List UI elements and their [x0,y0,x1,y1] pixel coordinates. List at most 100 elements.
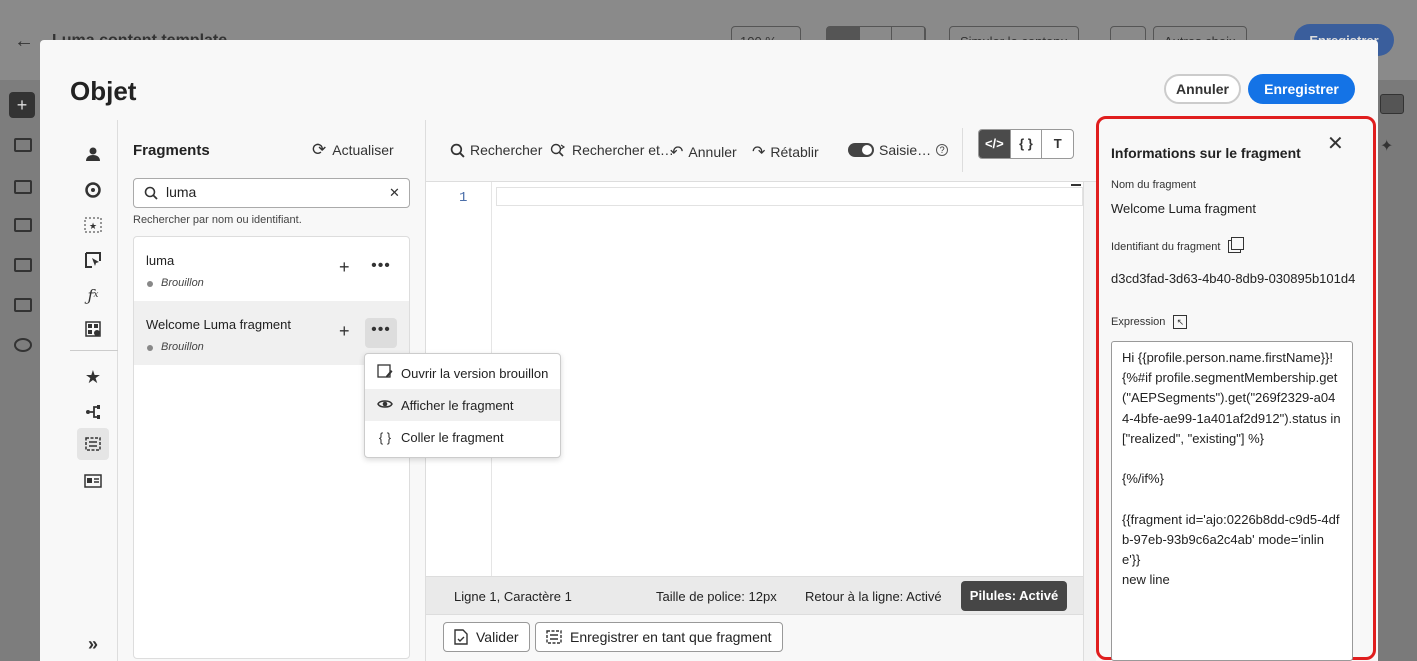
function-icon[interactable]: ƒx [81,283,105,307]
refresh-button[interactable]: ⟳ Actualiser [312,140,394,160]
flow-icon[interactable] [81,400,105,424]
text-mode-icon[interactable]: T [1042,130,1073,158]
undo-button[interactable]: ↶ Annuler [670,142,737,162]
save-as-fragment-label: Enregistrer en tant que fragment [570,629,772,645]
line-number: 1 [459,190,468,206]
eye-icon [377,398,393,413]
redo-label: Rétablir [770,144,819,160]
menu-label: Coller le fragment [401,429,504,445]
braces-mode-icon[interactable]: { } [1011,130,1043,158]
fragment-name: Welcome Luma fragment [146,317,291,332]
status-dot [147,345,153,351]
expression-label-text: Expression [1111,316,1166,328]
redo-icon: ↷ [752,144,766,161]
fragment-name-value: Welcome Luma fragment [1111,201,1256,216]
menu-view-fragment[interactable]: Afficher le fragment [365,389,560,421]
background-rail [0,80,40,661]
redo-button[interactable]: ↷ Rétablir [752,142,819,162]
card-icon[interactable] [81,469,105,493]
menu-label: Afficher le fragment [401,397,514,413]
search-button[interactable]: Rechercher [450,142,542,158]
search-help-text: Rechercher par nom ou identifiant. [133,214,302,226]
star-box-icon[interactable]: ★ [81,213,105,237]
background-rail-icon [14,218,32,232]
save-as-fragment-button[interactable]: Enregistrer en tant que fragment [535,622,783,652]
fragment-name-label: Nom du fragment [1111,179,1196,191]
more-icon[interactable]: ••• [365,318,397,348]
grid-badge-icon[interactable] [81,317,105,341]
star-icon[interactable]: ★ [81,365,105,389]
editor-toolbar: Rechercher Rechercher et… ↶ Annuler ↷ Ré… [426,120,1096,182]
search-input[interactable] [166,184,376,200]
fragment-name: luma [146,253,175,268]
refresh-icon: ⟳ [312,140,327,159]
validate-button[interactable]: Valider [443,622,530,652]
cancel-button[interactable]: Annuler [1164,74,1241,104]
fragments-title: Fragments [133,142,210,159]
braces-icon: { } [378,429,392,445]
validate-label: Valider [476,629,519,645]
tool-rail: ★ ƒx ★ » [70,120,118,661]
expand-rail-icon[interactable]: » [81,632,105,656]
background-rail-icon [14,180,32,194]
fragment-id-label-text: Identifiant du fragment [1111,240,1221,253]
editor-mode-switch: </> { } T [978,129,1074,159]
add-icon[interactable]: + [339,321,350,342]
back-arrow-icon: ← [14,30,34,52]
cursor-box-icon[interactable] [81,248,105,272]
toolbar-divider [962,128,963,172]
fragment-icon [546,630,562,644]
fragment-item[interactable]: luma Brouillon + ••• [134,237,409,301]
rail-divider [70,350,118,351]
copy-icon[interactable] [1228,237,1245,253]
search-icon [450,143,465,158]
background-rail-icon [14,298,32,312]
fragment-info-panel: Informations sur le fragment ✕ Nom du fr… [1096,116,1376,661]
fragment-id-value: d3cd3fad-3d63-4b40-8db9-030895b101d4 [1111,271,1356,286]
fragment-status: Brouillon [161,341,204,353]
autocomplete-label: Saisie… [879,142,932,158]
fragment-context-menu: Ouvrir la version brouillon Afficher le … [364,353,561,458]
font-size-status[interactable]: Taille de police: 12px [656,589,777,604]
code-mode-icon[interactable]: </> [979,130,1011,158]
close-icon[interactable]: ✕ [1327,131,1344,156]
help-icon[interactable]: ? [936,144,949,156]
autocomplete-toggle[interactable]: Saisie… ? [848,142,949,158]
expression-label: Expression ↖ [1111,315,1188,329]
expression-box: Hi {{profile.person.name.firstName}}! {%… [1111,341,1353,661]
undo-icon: ↶ [670,144,684,161]
validate-icon [454,629,468,645]
background-settings-icon [1380,94,1404,114]
pills-toggle[interactable]: Pilules: Activé [961,581,1067,611]
undo-label: Annuler [688,144,737,160]
fragment-status: Brouillon [161,277,204,289]
search-replace-button[interactable]: Rechercher et… [550,142,674,158]
fragment-icon[interactable] [77,428,109,460]
menu-paste-fragment[interactable]: { } Coller le fragment [365,421,560,453]
search-label: Rechercher [470,142,543,158]
wrap-status[interactable]: Retour à la ligne: Activé [805,589,942,604]
refresh-label: Actualiser [332,142,394,158]
background-rail-icon [14,338,32,352]
fragment-modal: Objet Annuler Enregistrer ★ ƒx ★ » Fragm… [40,40,1378,661]
save-button[interactable]: Enregistrer [1248,74,1355,104]
modal-title: Objet [70,76,137,106]
menu-open-draft[interactable]: Ouvrir la version brouillon [365,357,560,389]
editor-scrollbar[interactable] [1083,182,1096,661]
info-title: Informations sur le fragment [1111,145,1301,161]
editor-status-bar: Ligne 1, Caractère 1 Taille de police: 1… [426,576,1083,614]
segment-icon[interactable] [81,178,105,202]
clear-icon[interactable]: ✕ [389,185,400,201]
more-icon[interactable]: ••• [365,254,397,284]
search-replace-icon [550,143,566,157]
open-expression-icon[interactable]: ↖ [1173,315,1188,329]
search-icon [144,186,158,200]
toggle-switch[interactable] [848,143,874,157]
status-dot [147,281,153,287]
background-rail-icon [14,258,32,272]
profile-icon[interactable] [81,142,105,166]
add-icon[interactable]: + [339,257,350,278]
current-line[interactable] [496,187,1083,206]
fragment-id-label: Identifiant du fragment [1111,237,1245,253]
fragment-search: ✕ [133,178,410,208]
